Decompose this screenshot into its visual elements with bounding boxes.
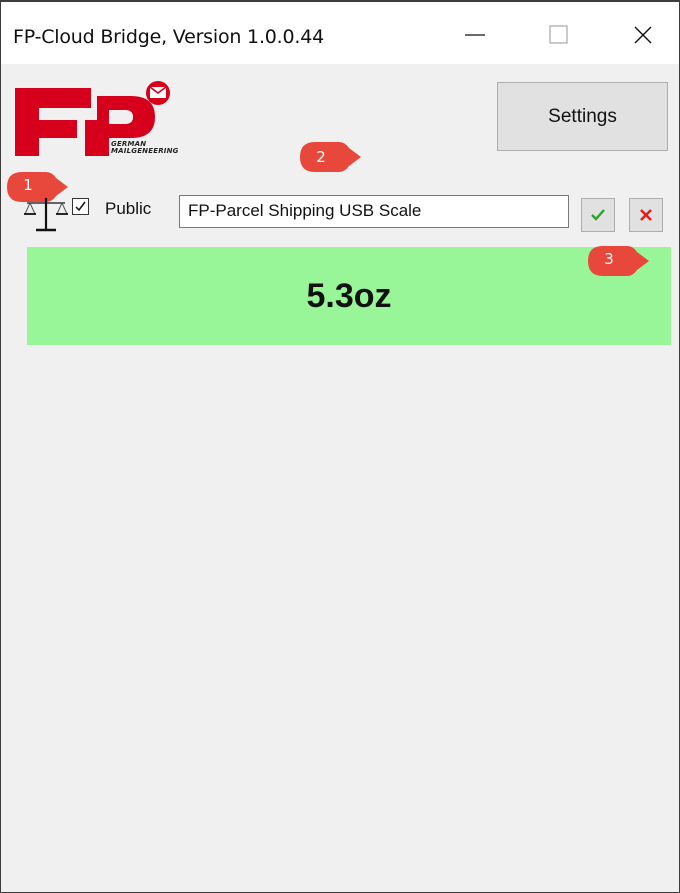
callout-2: 2 bbox=[299, 140, 361, 174]
x-icon bbox=[640, 209, 652, 221]
public-label: Public bbox=[105, 199, 152, 218]
window-title: FP-Cloud Bridge, Version 1.0.0.44 bbox=[13, 26, 325, 48]
weight-value: 5.3oz bbox=[306, 276, 392, 315]
checkmark-icon bbox=[591, 209, 605, 221]
weight-display: 5.3oz bbox=[27, 247, 671, 345]
minimize-button[interactable] bbox=[447, 12, 503, 58]
confirm-button[interactable] bbox=[581, 198, 615, 232]
maximize-icon bbox=[549, 25, 568, 44]
logo-subtitle-line2: MAILGENEERING bbox=[111, 147, 179, 155]
fp-logo: GERMAN MAILGENEERING bbox=[13, 80, 213, 164]
title-bar[interactable]: FP-Cloud Bridge, Version 1.0.0.44 bbox=[1, 2, 679, 64]
checkbox-check-icon bbox=[75, 201, 86, 212]
close-icon bbox=[634, 26, 652, 44]
logo-subtitle: GERMAN MAILGENEERING bbox=[111, 141, 179, 155]
scale-icon-glyph bbox=[24, 198, 68, 232]
callout-number: 3 bbox=[604, 250, 614, 268]
callout-number: 2 bbox=[316, 148, 326, 166]
public-checkbox[interactable] bbox=[72, 198, 89, 215]
minimize-icon bbox=[465, 34, 485, 36]
callout-3: 3 bbox=[587, 244, 649, 278]
cancel-button[interactable] bbox=[629, 198, 663, 232]
scale-icon bbox=[23, 192, 69, 239]
app-window: FP-Cloud Bridge, Version 1.0.0.44 GERMAN… bbox=[0, 0, 680, 893]
scale-name-input[interactable]: FP-Parcel Shipping USB Scale bbox=[179, 195, 569, 228]
maximize-button[interactable] bbox=[531, 12, 587, 58]
settings-button[interactable]: Settings bbox=[497, 82, 668, 151]
close-button[interactable] bbox=[615, 12, 671, 58]
